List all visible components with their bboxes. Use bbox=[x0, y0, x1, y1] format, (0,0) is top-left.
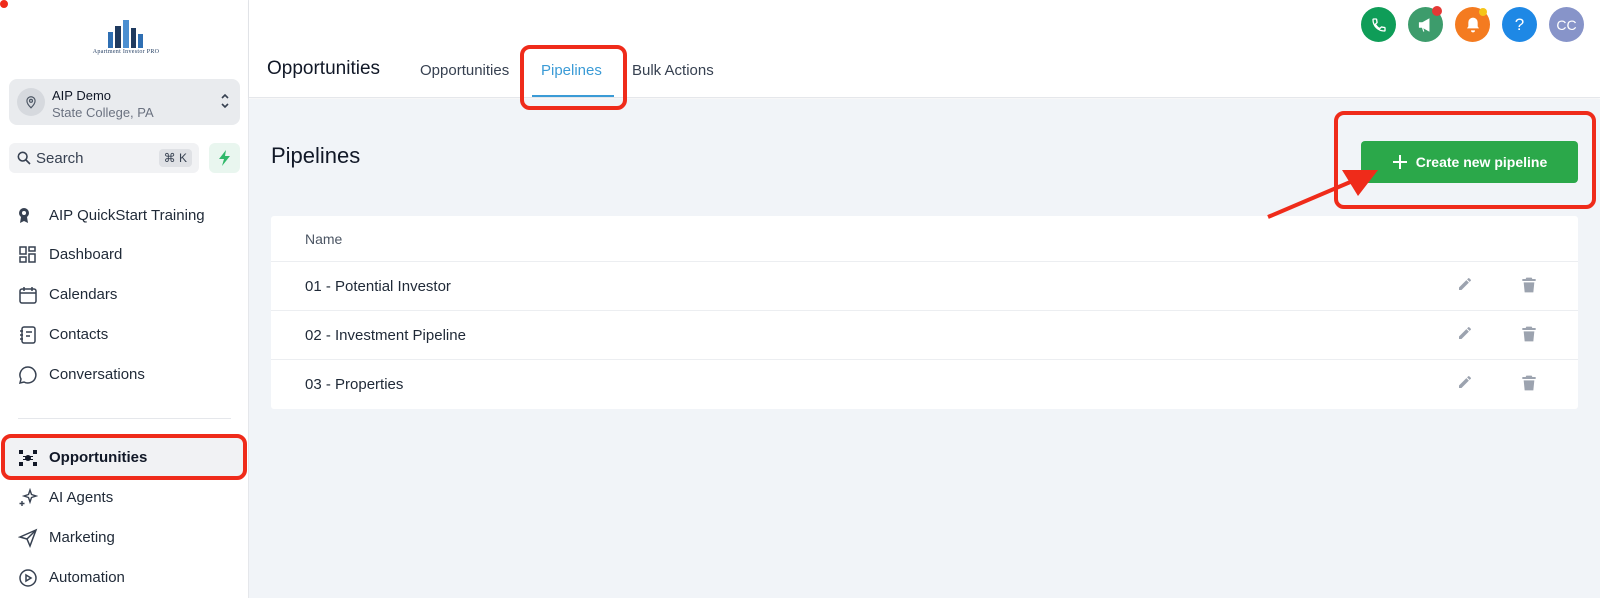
search-shortcut: ⌘ K bbox=[158, 149, 192, 167]
pipeline-name: 01 - Potential Investor bbox=[305, 278, 451, 295]
table-row[interactable]: 02 - Investment Pipeline bbox=[271, 310, 1578, 359]
column-header-name: Name bbox=[305, 231, 343, 247]
table-row[interactable]: 03 - Properties bbox=[271, 359, 1578, 408]
location-icon bbox=[17, 88, 45, 116]
sidebar-item-ai-agents[interactable]: AI Agents bbox=[0, 478, 249, 518]
sidebar-item-label: Dashboard bbox=[49, 246, 123, 263]
notification-dot bbox=[1479, 8, 1487, 16]
search-input[interactable]: Search ⌘ K bbox=[9, 143, 199, 173]
sidebar-item-calendars[interactable]: Calendars bbox=[0, 275, 249, 315]
highlight-pipelines-tab bbox=[520, 45, 627, 110]
pipeline-name: 03 - Properties bbox=[305, 376, 404, 393]
megaphone-icon bbox=[1418, 17, 1429, 32]
account-name: AIP Demo bbox=[52, 88, 112, 103]
sidebar-item-quickstart-training[interactable]: AIP QuickStart Training bbox=[0, 196, 249, 236]
trash-icon[interactable] bbox=[1521, 276, 1537, 299]
sidebar-item-automation[interactable]: Automation bbox=[0, 558, 249, 598]
sidebar-item-label: Calendars bbox=[49, 286, 118, 303]
annotation-arrow-icon bbox=[1267, 170, 1378, 219]
contacts-book-icon bbox=[18, 325, 38, 345]
trash-icon[interactable] bbox=[1521, 325, 1537, 348]
search-label: Search bbox=[36, 150, 84, 167]
sidebar-item-label: AIP QuickStart Training bbox=[49, 207, 205, 224]
send-icon bbox=[17, 528, 38, 549]
highlight-opportunities-nav bbox=[1, 434, 247, 480]
sidebar-item-dashboard[interactable]: Dashboard bbox=[0, 235, 249, 275]
edit-icon[interactable] bbox=[1457, 374, 1473, 395]
sidebar-item-contacts[interactable]: Contacts bbox=[0, 315, 249, 355]
sidebar-item-label: Contacts bbox=[49, 326, 109, 343]
help-button[interactable]: ? bbox=[1502, 7, 1537, 42]
pipelines-table: Name 01 - Potential Investor 02 - Invest… bbox=[271, 216, 1578, 409]
sidebar-item-label: AI Agents bbox=[49, 489, 114, 506]
sidebar-divider bbox=[18, 418, 231, 419]
account-switcher[interactable]: AIP Demo State College, PA bbox=[9, 79, 240, 125]
sidebar-item-marketing[interactable]: Marketing bbox=[0, 518, 249, 558]
avatar-initials: CC bbox=[1556, 16, 1577, 33]
sidebar: Apartment Investor PRO AIP Demo State Co… bbox=[0, 0, 249, 598]
bell-icon bbox=[1466, 17, 1479, 32]
page-title: Opportunities bbox=[267, 58, 381, 79]
spacer bbox=[0, 0, 8, 8]
bolt-icon bbox=[218, 150, 230, 166]
grid-icon bbox=[18, 245, 38, 265]
announcements-button[interactable] bbox=[1408, 6, 1443, 42]
notifications-button[interactable] bbox=[1455, 7, 1490, 42]
sparkle-icon bbox=[18, 487, 39, 508]
top-header: Opportunities Opportunities Pipelines Bu… bbox=[249, 0, 1600, 98]
trash-icon[interactable] bbox=[1521, 374, 1537, 397]
search-icon bbox=[16, 150, 32, 171]
chevron-updown-icon bbox=[220, 91, 230, 116]
sidebar-item-label: Marketing bbox=[49, 529, 115, 546]
company-logo[interactable]: Apartment Investor PRO bbox=[80, 18, 172, 60]
sidebar-item-label: Automation bbox=[49, 569, 125, 586]
account-location: State College, PA bbox=[52, 105, 154, 120]
automation-icon bbox=[18, 568, 38, 588]
phone-icon bbox=[1371, 17, 1386, 32]
quick-actions-button[interactable] bbox=[209, 143, 240, 173]
sidebar-item-label: Conversations bbox=[49, 366, 145, 383]
tab-bulk-actions[interactable]: Bulk Actions bbox=[632, 62, 714, 79]
user-avatar[interactable]: CC bbox=[1549, 7, 1584, 42]
sidebar-item-conversations[interactable]: Conversations bbox=[0, 355, 249, 395]
award-icon bbox=[18, 206, 38, 226]
calendar-icon bbox=[18, 285, 38, 305]
help-icon: ? bbox=[1514, 14, 1525, 34]
section-title: Pipelines bbox=[271, 143, 361, 168]
edit-icon[interactable] bbox=[1457, 325, 1473, 346]
logo-text: Apartment Investor PRO bbox=[92, 49, 160, 55]
phone-button[interactable] bbox=[1361, 7, 1396, 42]
table-row[interactable]: 01 - Potential Investor bbox=[271, 261, 1578, 310]
notification-dot bbox=[1432, 6, 1442, 16]
edit-icon[interactable] bbox=[1457, 276, 1473, 297]
tab-opportunities[interactable]: Opportunities bbox=[420, 62, 509, 79]
pipeline-name: 02 - Investment Pipeline bbox=[305, 327, 466, 344]
chat-bubble-icon bbox=[18, 365, 38, 385]
